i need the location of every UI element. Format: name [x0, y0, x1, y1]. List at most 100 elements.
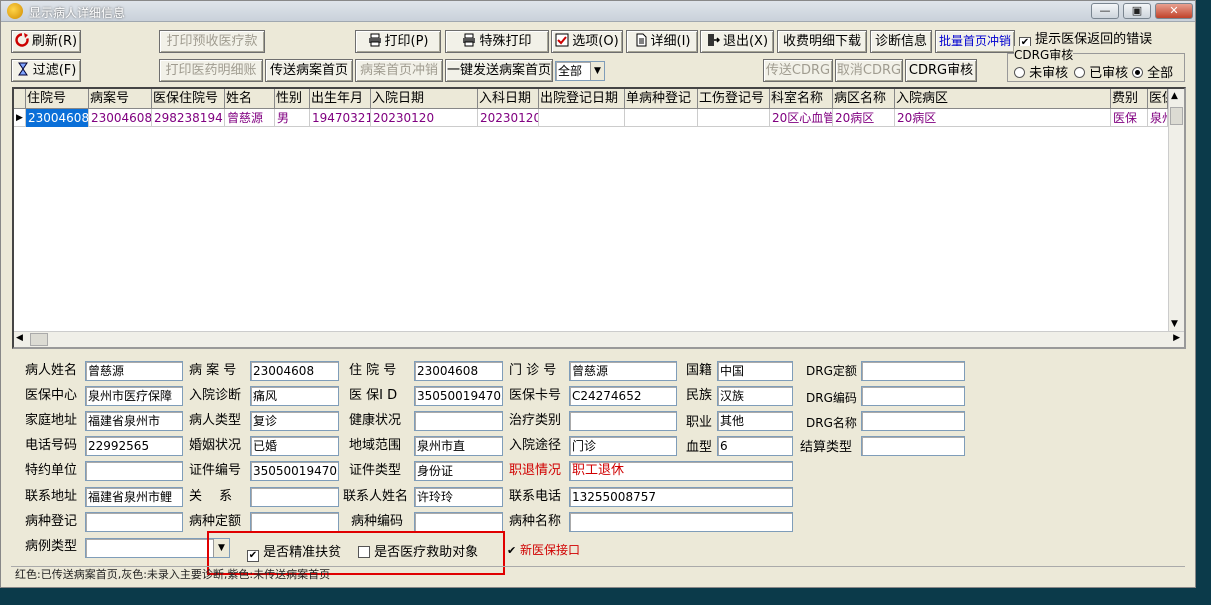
relation-field[interactable]	[250, 487, 339, 507]
cell[interactable]: 298238194	[152, 109, 225, 127]
one-key-send-button[interactable]: 一键发送病案首页	[445, 59, 553, 82]
home-address-field[interactable]: 福建省泉州市	[85, 411, 183, 431]
cell[interactable]: 20230120	[371, 109, 478, 127]
scroll-thumb[interactable]	[1170, 107, 1183, 125]
col-fee-type[interactable]: 费别	[1111, 89, 1148, 109]
phone-field[interactable]: 22992565	[85, 436, 183, 456]
col-birth[interactable]: 出生年月	[310, 89, 371, 109]
special-print-button[interactable]: 特殊打印	[445, 30, 549, 53]
col-admit-ward[interactable]: 入院病区	[895, 89, 1111, 109]
cell[interactable]: 20病区	[833, 109, 895, 127]
precise-poverty-checkbox[interactable]: ✔ 是否精准扶贫	[247, 541, 341, 562]
vertical-scrollbar[interactable]: ▲ ▼	[1168, 89, 1184, 331]
cell[interactable]: 23004608	[89, 109, 152, 127]
cell[interactable]	[625, 109, 698, 127]
cell[interactable]	[698, 109, 770, 127]
cell[interactable]: 20病区	[895, 109, 1111, 127]
col-gender[interactable]: 性别	[275, 89, 310, 109]
new-insurance-api-checkbox[interactable]: ✔ 新医保接口	[507, 541, 580, 558]
disease-registration-field[interactable]	[85, 512, 183, 532]
scroll-right-icon[interactable]: ▶	[1173, 333, 1180, 343]
maximize-button[interactable]: ▣	[1123, 3, 1151, 19]
cell[interactable]: 医保	[1111, 109, 1148, 127]
col-single-disease[interactable]: 单病种登记	[625, 89, 698, 109]
cell[interactable]: 20230120	[478, 109, 539, 127]
scope-select[interactable]: 全部 ▼	[555, 61, 605, 81]
insurance-id-field[interactable]: 350500194703	[414, 386, 503, 406]
col-inpatient-no[interactable]: 住院号	[26, 89, 89, 109]
settlement-type-field[interactable]	[861, 436, 965, 456]
col-admit-date[interactable]: 入院日期	[371, 89, 478, 109]
contact-phone-field[interactable]: 13255008757	[569, 487, 793, 507]
cell[interactable]: 男	[275, 109, 310, 127]
filter-button[interactable]: 过滤(F)	[11, 59, 81, 82]
detail-button[interactable]: 详细(I)	[626, 30, 698, 53]
outpatient-no-field[interactable]: 曾慈源	[569, 361, 677, 381]
cell[interactable]: 23004608	[26, 109, 89, 127]
print-prepay-button[interactable]: 打印预收医疗款	[159, 30, 265, 53]
nationality-field[interactable]: 中国	[717, 361, 793, 381]
refresh-button[interactable]: 刷新(R)	[11, 30, 81, 53]
employment-status-field[interactable]: 职工退休	[569, 461, 793, 481]
admit-diagnosis-field[interactable]: 痛风	[250, 386, 339, 406]
drg-quota-field[interactable]	[861, 361, 965, 381]
table-row[interactable]: ▶ 23004608 23004608 298238194 曾慈源 男 1947…	[14, 109, 1168, 127]
cell[interactable]: 19470321	[310, 109, 371, 127]
col-name[interactable]: 姓名	[225, 89, 275, 109]
cell[interactable]	[539, 109, 625, 127]
exit-button[interactable]: 退出(X)	[700, 30, 774, 53]
contact-name-field[interactable]: 许玲玲	[414, 487, 503, 507]
cancel-cdrg-button[interactable]: 取消CDRG	[835, 59, 903, 82]
inpatient-no-field[interactable]: 23004608	[414, 361, 503, 381]
scroll-up-icon[interactable]: ▲	[1171, 91, 1178, 101]
col-injury-no[interactable]: 工伤登记号	[698, 89, 770, 109]
cell[interactable]: 曾慈源	[225, 109, 275, 127]
print-drug-detail-button[interactable]: 打印医药明细账	[159, 59, 263, 82]
id-number-field[interactable]: 350500194703	[250, 461, 339, 481]
scroll-down-icon[interactable]: ▼	[1171, 319, 1178, 329]
close-button[interactable]: ✕	[1155, 3, 1193, 19]
case-no-field[interactable]: 23004608	[250, 361, 339, 381]
drg-name-field[interactable]	[861, 411, 965, 431]
cdrg-review-button[interactable]: CDRG审核	[905, 59, 977, 82]
contact-address-field[interactable]: 福建省泉州市鲤	[85, 487, 183, 507]
col-discharge-date[interactable]: 出院登记日期	[539, 89, 625, 109]
disease-code-field[interactable]	[414, 512, 503, 532]
scroll-thumb[interactable]	[30, 333, 48, 346]
radio-all[interactable]: 全部	[1132, 62, 1173, 81]
patient-type-field[interactable]: 复诊	[250, 411, 339, 431]
disease-name-field[interactable]	[569, 512, 793, 532]
marital-status-field[interactable]: 已婚	[250, 436, 339, 456]
contract-unit-field[interactable]	[85, 461, 183, 481]
col-insurance[interactable]: 医保	[1148, 89, 1168, 109]
send-cdrg-button[interactable]: 传送CDRG	[763, 59, 833, 82]
col-case-no[interactable]: 病案号	[89, 89, 152, 109]
id-type-field[interactable]: 身份证	[414, 461, 503, 481]
insurance-center-field[interactable]: 泉州市医疗保障	[85, 386, 183, 406]
print-button[interactable]: 打印(P)	[355, 30, 441, 53]
health-status-field[interactable]	[414, 411, 503, 431]
drg-code-field[interactable]	[861, 386, 965, 406]
case-home-reverse-button[interactable]: 病案首页冲销	[355, 59, 443, 82]
medical-aid-checkbox[interactable]: 是否医疗救助对象	[358, 541, 478, 560]
horizontal-scrollbar[interactable]: ◀ ▶	[14, 331, 1184, 347]
send-case-home-button[interactable]: 传送病案首页	[265, 59, 353, 82]
disease-quota-field[interactable]	[250, 512, 339, 532]
blood-type-field[interactable]: 6	[717, 436, 793, 456]
insurance-card-field[interactable]: C24274652	[569, 386, 677, 406]
admit-route-field[interactable]: 门诊	[569, 436, 677, 456]
col-dept-name[interactable]: 科室名称	[770, 89, 833, 109]
occupation-field[interactable]: 其他	[717, 411, 793, 431]
treatment-type-field[interactable]	[569, 411, 677, 431]
scroll-left-icon[interactable]: ◀	[16, 333, 23, 343]
cell[interactable]: 20区心血管	[770, 109, 833, 127]
radio-unreviewed[interactable]: 未审核	[1014, 62, 1068, 81]
batch-reverse-button[interactable]: 批量首页冲销	[935, 30, 1015, 53]
options-button[interactable]: 选项(O)	[551, 30, 623, 53]
col-dept-date[interactable]: 入科日期	[478, 89, 539, 109]
diagnosis-info-button[interactable]: 诊断信息	[870, 30, 932, 53]
fee-detail-download-button[interactable]: 收费明细下载	[777, 30, 867, 53]
col-insurance-inpatient-no[interactable]: 医保住院号	[152, 89, 225, 109]
ethnicity-field[interactable]: 汉族	[717, 386, 793, 406]
patient-name-field[interactable]: 曾慈源	[85, 361, 183, 381]
